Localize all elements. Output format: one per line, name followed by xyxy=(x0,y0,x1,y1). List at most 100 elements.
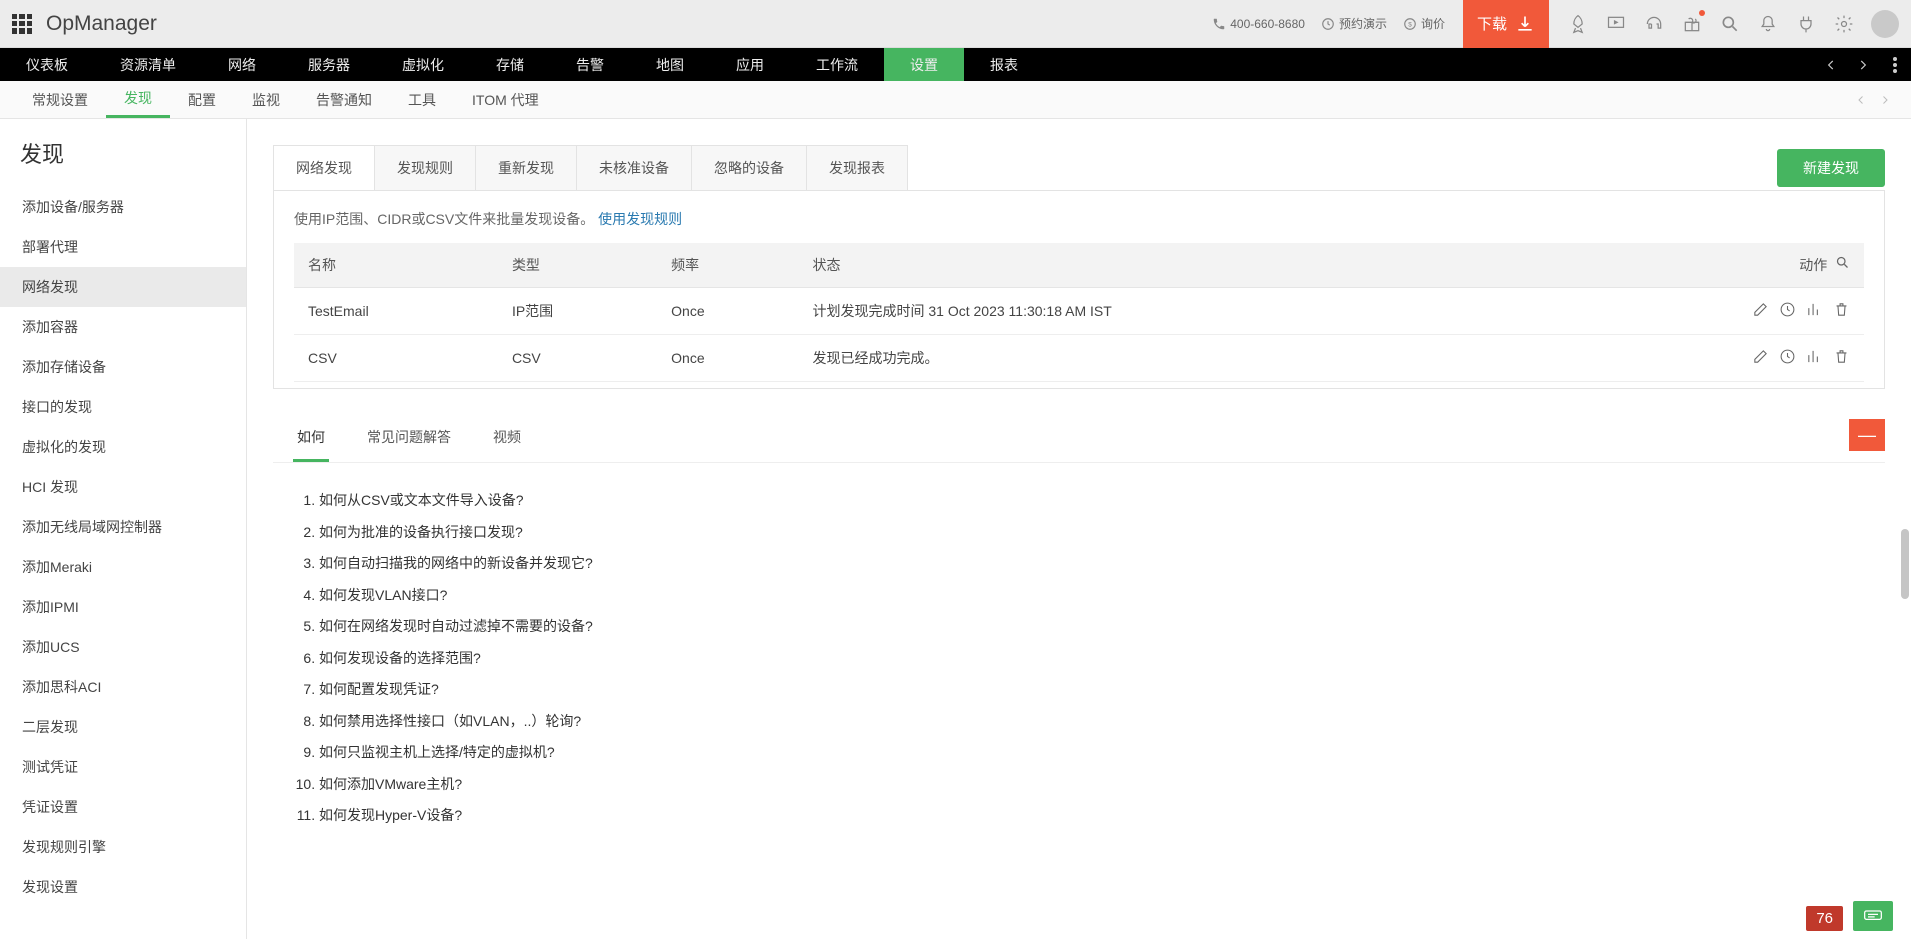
sub-nav-item-6[interactable]: ITOM 代理 xyxy=(454,81,557,118)
sidebar-item-16[interactable]: 发现规则引擎 xyxy=(0,827,246,867)
table-search-icon[interactable] xyxy=(1835,255,1850,273)
help-link[interactable]: 如何自动扫描我的网络中的新设备并发现它? xyxy=(319,555,593,571)
headset-icon[interactable] xyxy=(1637,0,1671,48)
rocket-icon[interactable] xyxy=(1561,0,1595,48)
help-tab-1[interactable]: 常见问题解答 xyxy=(363,415,455,462)
sidebar-item-0[interactable]: 添加设备/服务器 xyxy=(0,187,246,227)
dollar-icon: $ xyxy=(1403,17,1417,31)
help-item: 如何发现VLAN接口? xyxy=(319,580,1865,612)
sidebar-item-1[interactable]: 部署代理 xyxy=(0,227,246,267)
edit-icon[interactable] xyxy=(1752,301,1769,318)
main-nav-item-6[interactable]: 告警 xyxy=(550,48,630,81)
hint-link[interactable]: 使用发现规则 xyxy=(598,211,682,227)
help-link[interactable]: 如何发现VLAN接口? xyxy=(319,587,447,603)
content-tab-4[interactable]: 忽略的设备 xyxy=(692,146,807,190)
scrollbar-thumb[interactable] xyxy=(1901,529,1909,599)
sidebar-item-4[interactable]: 添加存储设备 xyxy=(0,347,246,387)
sub-nav-item-0[interactable]: 常规设置 xyxy=(14,81,106,118)
clock-icon[interactable] xyxy=(1779,301,1796,318)
main-nav-item-8[interactable]: 应用 xyxy=(710,48,790,81)
sidebar-item-5[interactable]: 接口的发现 xyxy=(0,387,246,427)
new-discovery-button[interactable]: 新建发现 xyxy=(1777,149,1885,187)
main-nav-item-10[interactable]: 设置 xyxy=(884,48,964,81)
sidebar-item-6[interactable]: 虚拟化的发现 xyxy=(0,427,246,467)
table-row[interactable]: CSVCSVOnce发现已经成功完成。 xyxy=(294,335,1864,382)
sidebar-item-13[interactable]: 二层发现 xyxy=(0,707,246,747)
main-nav-item-7[interactable]: 地图 xyxy=(630,48,710,81)
main-nav-item-4[interactable]: 虚拟化 xyxy=(376,48,470,81)
content-tab-1[interactable]: 发现规则 xyxy=(375,146,476,190)
sidebar-item-9[interactable]: 添加Meraki xyxy=(0,547,246,587)
subnav-prev[interactable] xyxy=(1849,94,1873,106)
chart-icon[interactable] xyxy=(1806,301,1823,318)
nav-more[interactable] xyxy=(1879,48,1911,81)
main-nav-item-5[interactable]: 存储 xyxy=(470,48,550,81)
user-avatar[interactable] xyxy=(1871,10,1899,38)
chat-button[interactable] xyxy=(1853,901,1893,931)
main-nav-item-1[interactable]: 资源清单 xyxy=(94,48,202,81)
content-tab-0[interactable]: 网络发现 xyxy=(274,146,375,190)
content-tab-2[interactable]: 重新发现 xyxy=(476,146,577,190)
phone-contact[interactable]: 400-660-8680 xyxy=(1206,17,1311,31)
apps-grid-icon[interactable] xyxy=(12,14,32,34)
sidebar-item-10[interactable]: 添加IPMI xyxy=(0,587,246,627)
help-link[interactable]: 如何为批准的设备执行接口发现? xyxy=(319,524,523,540)
help-link[interactable]: 如何禁用选择性接口（如VLAN，..）轮询? xyxy=(319,713,581,729)
delete-icon[interactable] xyxy=(1833,348,1850,365)
subnav-next[interactable] xyxy=(1873,94,1897,106)
delete-icon[interactable] xyxy=(1833,301,1850,318)
help-tab-2[interactable]: 视频 xyxy=(489,415,525,462)
help-tab-0[interactable]: 如何 xyxy=(293,415,329,462)
chart-icon[interactable] xyxy=(1806,348,1823,365)
collapse-button[interactable]: — xyxy=(1849,419,1885,451)
table-row[interactable]: TestEmailIP范围Once计划发现完成时间 31 Oct 2023 11… xyxy=(294,288,1864,335)
sidebar-item-2[interactable]: 网络发现 xyxy=(0,267,246,307)
sub-nav-item-5[interactable]: 工具 xyxy=(390,81,454,118)
sidebar-item-17[interactable]: 发现设置 xyxy=(0,867,246,907)
content-tab-5[interactable]: 发现报表 xyxy=(807,146,907,190)
bell-icon[interactable] xyxy=(1751,0,1785,48)
sub-nav-item-1[interactable]: 发现 xyxy=(106,81,170,118)
clock-icon[interactable] xyxy=(1779,348,1796,365)
sidebar-item-11[interactable]: 添加UCS xyxy=(0,627,246,667)
main-nav-item-3[interactable]: 服务器 xyxy=(282,48,376,81)
content-tab-3[interactable]: 未核准设备 xyxy=(577,146,692,190)
main-nav-item-11[interactable]: 报表 xyxy=(964,48,1044,81)
help-link[interactable]: 如何添加VMware主机? xyxy=(319,776,462,792)
help-link[interactable]: 如何发现设备的选择范围? xyxy=(319,650,481,666)
sidebar-item-12[interactable]: 添加思科ACI xyxy=(0,667,246,707)
help-link[interactable]: 如何配置发现凭证? xyxy=(319,681,439,697)
sidebar-item-8[interactable]: 添加无线局域网控制器 xyxy=(0,507,246,547)
sidebar-item-7[interactable]: HCI 发现 xyxy=(0,467,246,507)
download-button[interactable]: 下载 xyxy=(1463,0,1549,48)
sidebar-item-3[interactable]: 添加容器 xyxy=(0,307,246,347)
sub-nav-item-4[interactable]: 告警通知 xyxy=(298,81,390,118)
help-link[interactable]: 如何从CSV或文本文件导入设备? xyxy=(319,492,524,508)
presentation-icon[interactable] xyxy=(1599,0,1633,48)
table-header-3: 状态 xyxy=(798,243,1551,288)
main-nav-item-2[interactable]: 网络 xyxy=(202,48,282,81)
main-nav-item-9[interactable]: 工作流 xyxy=(790,48,884,81)
demo-link[interactable]: 预约演示 xyxy=(1315,15,1393,32)
sub-nav-item-2[interactable]: 配置 xyxy=(170,81,234,118)
plug-icon[interactable] xyxy=(1789,0,1823,48)
sub-nav-item-3[interactable]: 监视 xyxy=(234,81,298,118)
help-link[interactable]: 如何在网络发现时自动过滤掉不需要的设备? xyxy=(319,618,593,634)
nav-next[interactable] xyxy=(1847,48,1879,81)
search-icon[interactable] xyxy=(1713,0,1747,48)
gift-icon[interactable] xyxy=(1675,0,1709,48)
edit-icon[interactable] xyxy=(1752,348,1769,365)
sidebar-item-15[interactable]: 凭证设置 xyxy=(0,787,246,827)
sidebar-item-14[interactable]: 测试凭证 xyxy=(0,747,246,787)
quote-link[interactable]: $ 询价 xyxy=(1397,15,1451,32)
main-nav-item-0[interactable]: 仪表板 xyxy=(0,48,94,81)
help-item: 如何自动扫描我的网络中的新设备并发现它? xyxy=(319,548,1865,580)
help-item: 如何发现Hyper-V设备? xyxy=(319,800,1865,832)
help-link[interactable]: 如何只监视主机上选择/特定的虚拟机? xyxy=(319,744,555,760)
alert-count-badge[interactable]: 76 xyxy=(1806,906,1843,931)
download-icon xyxy=(1515,14,1535,34)
settings-icon[interactable] xyxy=(1827,0,1861,48)
nav-prev[interactable] xyxy=(1815,48,1847,81)
help-link[interactable]: 如何发现Hyper-V设备? xyxy=(319,807,462,823)
table-header-1: 类型 xyxy=(498,243,657,288)
